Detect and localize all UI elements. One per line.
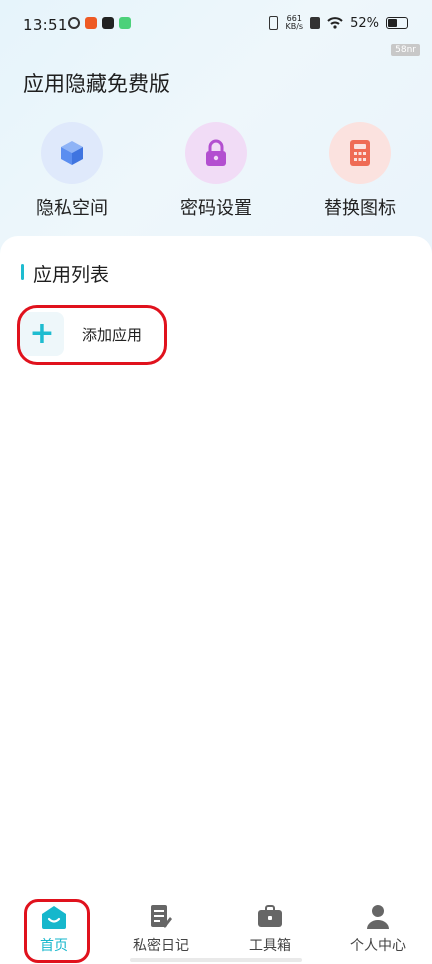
feature-privacy-space[interactable]: 隐私空间 [12, 122, 132, 220]
lock-icon-circle [185, 122, 247, 184]
sim-off-icon [310, 17, 321, 29]
status-right: 661 KB/s 52% [269, 15, 408, 31]
play-icon [102, 17, 114, 29]
highlight-add-app [17, 305, 167, 365]
feature-password-settings[interactable]: 密码设置 [156, 122, 276, 220]
section-title: 应用列表 [33, 264, 110, 286]
image-icon [119, 17, 131, 29]
person-icon [333, 903, 423, 931]
battery-percent: 52% [350, 15, 379, 31]
net-speed-unit: KB/s [285, 22, 304, 31]
tab-label: 个人中心 [350, 938, 406, 954]
tab-toolbox[interactable]: 工具箱 [225, 903, 315, 955]
toolbox-icon [225, 903, 315, 931]
calculator-icon-circle [329, 122, 391, 184]
battery-icon [386, 17, 408, 29]
status-time: 13:51 [23, 16, 68, 34]
diary-icon [116, 903, 206, 931]
feature-label: 密码设置 [180, 198, 252, 219]
calculator-icon [350, 140, 370, 166]
highlight-home-tab [24, 899, 90, 963]
debug-badge: 58nr [391, 44, 420, 56]
feature-label: 替换图标 [324, 198, 396, 219]
feature-label: 隐私空间 [36, 198, 108, 219]
app-notification-icon [85, 17, 97, 29]
tab-private-diary[interactable]: 私密日记 [116, 903, 206, 955]
cube-icon-circle [41, 122, 103, 184]
tab-label: 私密日记 [133, 938, 189, 954]
status-bar: 13:51 661 KB/s 52% [0, 0, 432, 52]
vibrate-icon [269, 16, 279, 30]
tab-label: 工具箱 [249, 938, 291, 954]
wifi-icon [327, 17, 343, 29]
notification-icons [68, 17, 131, 29]
net-speed: 661 KB/s [285, 15, 303, 31]
feature-row: 隐私空间 密码设置 替换图标 [0, 122, 432, 222]
lock-icon [206, 139, 226, 166]
tab-personal-center[interactable]: 个人中心 [333, 903, 423, 955]
home-indicator [130, 958, 302, 962]
cube-icon [61, 141, 83, 165]
sync-icon [68, 17, 80, 29]
feature-replace-icon[interactable]: 替换图标 [300, 122, 420, 220]
page-title: 应用隐藏免费版 [23, 72, 170, 96]
